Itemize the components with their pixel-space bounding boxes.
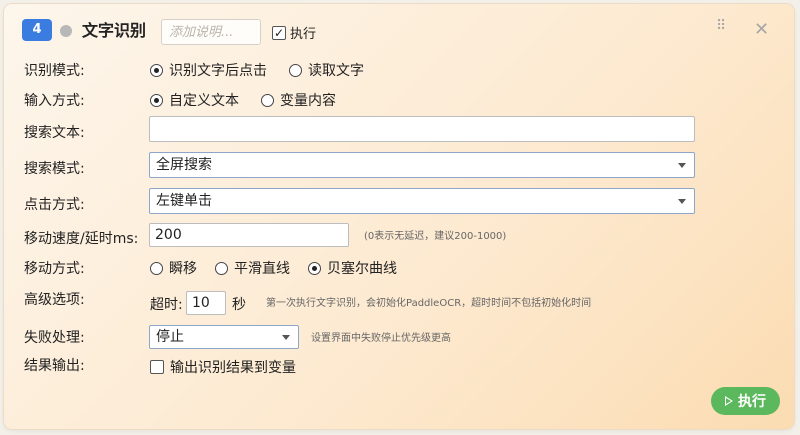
- radio-button[interactable]: [308, 261, 321, 275]
- chevron-down-icon: [678, 163, 686, 168]
- radio-button[interactable]: [150, 93, 163, 107]
- input-mode-radio-group: 自定义文本 变量内容: [150, 90, 358, 110]
- recognition-mode-radio-group: 识别文字后点击 读取文字: [150, 60, 386, 80]
- radio-label: 瞬移: [169, 261, 197, 277]
- move-mode-label: 移动方式:: [24, 261, 85, 277]
- radio-label: 读取文字: [308, 63, 364, 79]
- search-mode-select[interactable]: 全屏搜索: [149, 152, 695, 178]
- result-output-label: 结果输出:: [24, 358, 85, 374]
- result-output-toggle[interactable]: 输出识别结果到变量: [150, 357, 296, 377]
- execute-toggle[interactable]: ✓ 执行: [272, 23, 316, 42]
- close-icon[interactable]: ✕: [754, 21, 769, 39]
- play-icon: [725, 396, 733, 406]
- chevron-down-icon: [282, 335, 290, 340]
- execute-checkbox[interactable]: ✓: [272, 25, 286, 40]
- move-speed-input[interactable]: [149, 223, 349, 247]
- radio-label: 贝塞尔曲线: [327, 261, 397, 277]
- advanced-options-label: 高级选项:: [24, 292, 85, 308]
- failure-handling-label: 失败处理:: [24, 330, 85, 346]
- run-button[interactable]: 执行: [711, 387, 780, 415]
- search-text-label: 搜索文本:: [24, 125, 85, 141]
- radio-option-custom-text[interactable]: 自定义文本: [150, 90, 239, 110]
- radio-option-teleport[interactable]: 瞬移: [150, 258, 197, 278]
- execute-toggle-label: 执行: [290, 27, 317, 42]
- advanced-options-hint: 第一次执行文字识别，会初始化PaddleOCR，超时时间不包括初始化时间: [266, 298, 592, 309]
- step-number-badge: 4: [22, 19, 52, 41]
- recognition-mode-label: 识别模式:: [24, 63, 85, 79]
- timeout-label: 超时:: [150, 297, 183, 313]
- failure-handling-hint: 设置界面中失败停止优先级更高: [311, 333, 451, 344]
- radio-label: 平滑直线: [234, 261, 290, 277]
- timeout-unit: 秒: [232, 297, 246, 313]
- radio-option-read-text[interactable]: 读取文字: [289, 60, 364, 80]
- click-mode-select[interactable]: 左键单击: [149, 188, 695, 214]
- failure-handling-select[interactable]: 停止: [149, 325, 299, 349]
- chevron-down-icon: [678, 199, 686, 204]
- radio-button[interactable]: [215, 261, 228, 275]
- move-speed-label: 移动速度/延时ms:: [24, 231, 139, 247]
- result-output-checkbox-label: 输出识别结果到变量: [170, 360, 296, 376]
- click-mode-value: 左键单击: [156, 193, 212, 209]
- input-mode-label: 输入方式:: [24, 93, 85, 109]
- step-title: 文字识别: [82, 21, 147, 40]
- radio-button[interactable]: [150, 261, 163, 275]
- drag-handle-icon[interactable]: ⠿: [716, 19, 728, 38]
- search-text-input[interactable]: [149, 116, 695, 142]
- description-input[interactable]: [161, 19, 261, 45]
- result-output-checkbox[interactable]: [150, 360, 164, 374]
- status-dot-icon: [60, 25, 72, 37]
- search-mode-value: 全屏搜索: [156, 157, 212, 173]
- radio-option-bezier-curve[interactable]: 贝塞尔曲线: [308, 258, 397, 278]
- click-mode-label: 点击方式:: [24, 197, 85, 213]
- radio-option-variable-content[interactable]: 变量内容: [261, 90, 336, 110]
- radio-label: 识别文字后点击: [169, 63, 267, 79]
- radio-label: 自定义文本: [169, 93, 239, 109]
- move-speed-hint: (0表示无延迟，建议200-1000): [364, 231, 507, 242]
- move-mode-radio-group: 瞬移 平滑直线 贝塞尔曲线: [150, 258, 419, 278]
- radio-button[interactable]: [261, 93, 274, 107]
- radio-button[interactable]: [289, 63, 302, 77]
- failure-handling-value: 停止: [156, 329, 184, 345]
- timeout-input[interactable]: [186, 291, 226, 315]
- step-card: 4 文字识别 ✓ 执行 ⠿ ✕ 识别模式: 识别文字后点击 读取文字 输入方式:…: [4, 4, 794, 429]
- radio-button[interactable]: [150, 63, 163, 77]
- radio-label: 变量内容: [280, 93, 336, 109]
- search-mode-label: 搜索模式:: [24, 161, 85, 177]
- radio-option-smooth-line[interactable]: 平滑直线: [215, 258, 290, 278]
- run-button-label: 执行: [738, 394, 766, 410]
- radio-option-click-after-recognize[interactable]: 识别文字后点击: [150, 60, 267, 80]
